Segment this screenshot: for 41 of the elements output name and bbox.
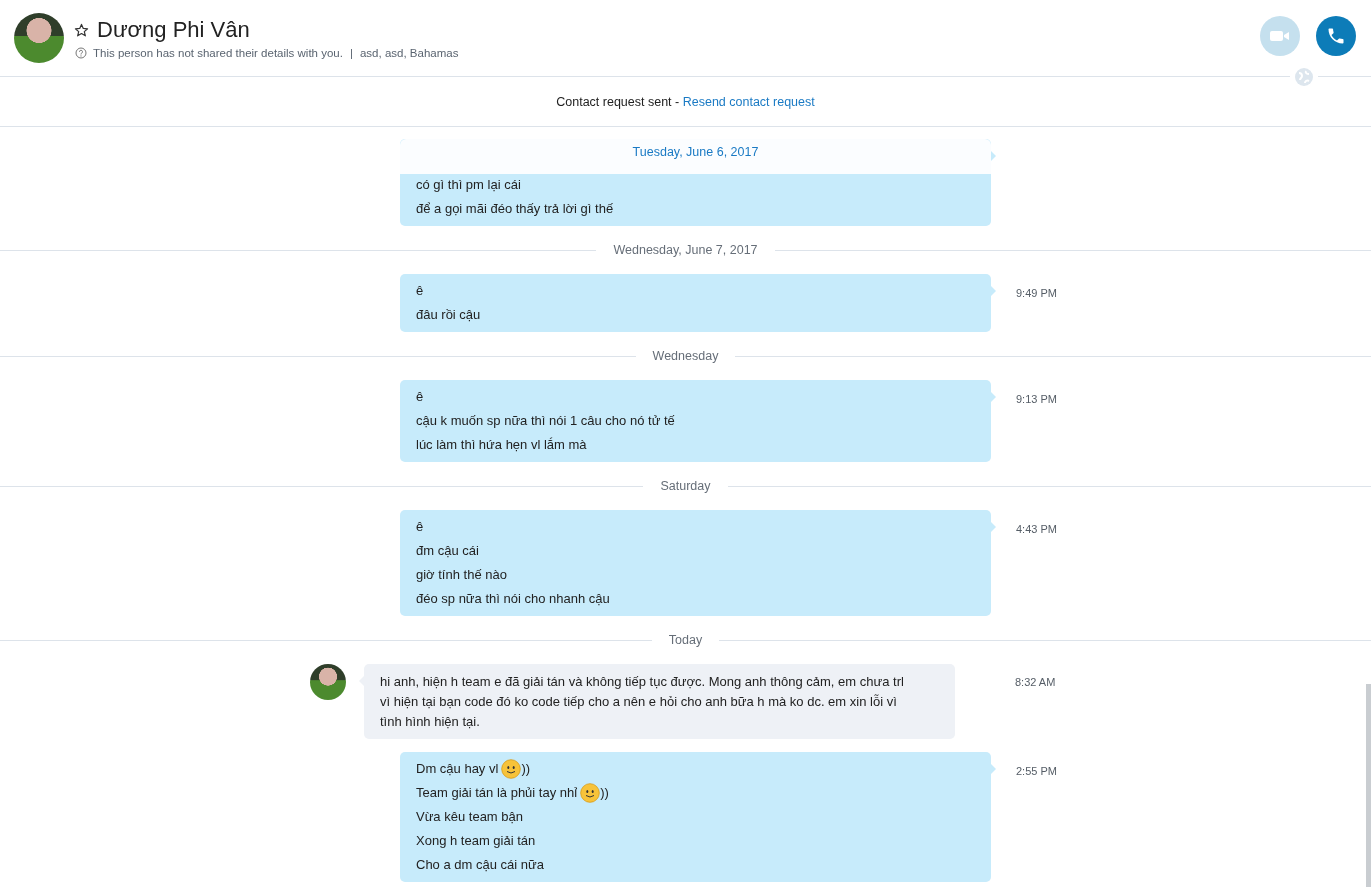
message-time: 4:43 PM [1016, 523, 1057, 535]
contact-location: asd, asd, Bahamas [359, 47, 459, 59]
message-text: đm cậu cái [416, 542, 479, 560]
message-text: để a gọi mãi đéo thấy trả lời gì thế [416, 200, 614, 218]
message-text: Vừa kêu team bận [416, 808, 523, 826]
message-text: )) [521, 760, 531, 778]
message-text: giờ tính thế nào [416, 566, 507, 584]
message-text: Cho a dm cậu cái nữa [416, 856, 544, 874]
sender-avatar[interactable] [310, 664, 346, 700]
message-time: 9:13 PM [1016, 393, 1057, 405]
message-text: ê [416, 282, 424, 300]
message-text: Dm cậu hay vl [416, 760, 499, 778]
message-time: 2:55 PM [1016, 765, 1057, 777]
message-time: 8:32 AM [1015, 676, 1056, 688]
message-text: Team giải tán là phủi tay nhỉ [416, 784, 578, 802]
resend-request-link[interactable]: Resend contact request [682, 94, 815, 109]
smiley-icon [501, 759, 522, 779]
star-icon[interactable] [74, 22, 89, 38]
message-text: đâu rồi cậu [416, 306, 481, 324]
profile-details: This person has not shared their details with you. [93, 47, 343, 59]
contact-name: Dương Phi Vân [97, 17, 250, 43]
message-text: Xong h team giải tán [416, 832, 536, 850]
message-text: ê [416, 518, 424, 536]
smiley-icon [580, 783, 601, 803]
message-text: có gì thì pm lại cái [416, 176, 521, 194]
message-text: hi anh, hiện h team e đã giải tán và không tiếp tục được. Mong anh thông cảm, em chưa trl vì hiện tại bạn code đó ko code tiếp cho a nên e hỏi cho anh bữa h mà ko dc. em xin lỗi vì tình hình hiện tại. [380, 673, 905, 731]
scrollbar[interactable] [1366, 684, 1371, 887]
message-text: lúc làm thì hứa hẹn vl lắm mà [416, 436, 587, 454]
message-time: 9:49 PM [1016, 287, 1057, 299]
contact-request-status: Contact request sent - [556, 94, 681, 109]
help-icon[interactable] [75, 47, 87, 59]
message-text: )) [600, 784, 609, 802]
call-button[interactable] [1316, 16, 1356, 56]
video-camera-icon [1270, 30, 1290, 42]
separator: | [349, 47, 353, 59]
contact-avatar[interactable] [14, 13, 64, 63]
phone-icon [1326, 26, 1346, 46]
message-text: đéo sp nữa thì nói cho nhanh cậu [416, 590, 610, 608]
date-header: Tuesday, June 6, 2017 [400, 139, 991, 174]
message-text: ê [416, 388, 424, 406]
message-text: cậu k muốn sp nữa thì nói 1 câu cho nó tử tế [416, 412, 675, 430]
